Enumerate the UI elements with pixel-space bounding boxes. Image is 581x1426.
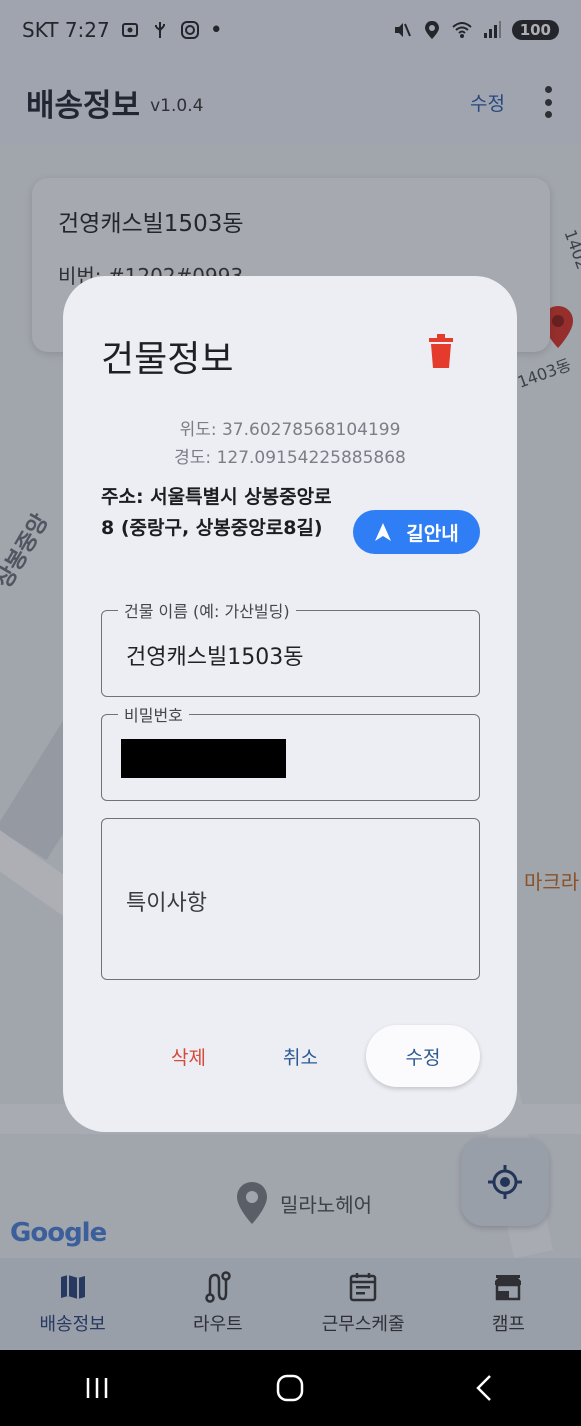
back-button[interactable] [464, 1368, 504, 1408]
notes-field[interactable]: 특이사항 [101, 818, 480, 980]
password-label: 비밀번호 [118, 702, 189, 726]
home-icon [277, 1374, 304, 1402]
delete-trash-icon[interactable] [427, 334, 455, 368]
address-text: 주소: 서울특별시 상봉중앙로 8 (중랑구, 상봉중앙로8길) [101, 486, 332, 539]
building-name-field[interactable]: 건물 이름 (예: 가산빌딩) 건영캐스빌1503동 [101, 598, 480, 697]
save-edit-button[interactable]: 수정 [366, 1025, 480, 1087]
password-field[interactable]: 비밀번호 [101, 702, 480, 801]
recents-icon [86, 1378, 108, 1398]
coordinates: 위도: 37.60278568104199 경도: 127.0915422588… [63, 416, 517, 472]
recents-button[interactable] [77, 1368, 117, 1408]
password-redacted-value[interactable] [121, 739, 286, 778]
delete-button[interactable]: 삭제 [171, 1043, 206, 1070]
back-chevron-icon [476, 1375, 492, 1401]
notes-placeholder[interactable]: 특이사항 [126, 885, 207, 917]
dialog-title: 건물정보 [101, 339, 234, 380]
dialog-actions: 삭제 취소 수정 [63, 1025, 517, 1087]
system-navigation-bar [0, 1350, 581, 1426]
directions-label: 길안내 [406, 522, 459, 545]
building-info-dialog: 건물정보 위도: 37.60278568104199 경도: 127.09154… [63, 276, 517, 1132]
building-name-label: 건물 이름 (예: 가산빌딩) [118, 598, 296, 622]
navigation-arrow-icon [375, 523, 392, 541]
home-button[interactable] [270, 1368, 310, 1408]
directions-button[interactable]: 길안내 [353, 510, 480, 554]
cancel-button[interactable]: 취소 [283, 1043, 318, 1070]
longitude-text: 경도: 127.09154225885868 [174, 448, 406, 468]
building-name-value[interactable]: 건영캐스빌1503동 [126, 639, 303, 671]
latitude-text: 위도: 37.60278568104199 [179, 420, 401, 440]
